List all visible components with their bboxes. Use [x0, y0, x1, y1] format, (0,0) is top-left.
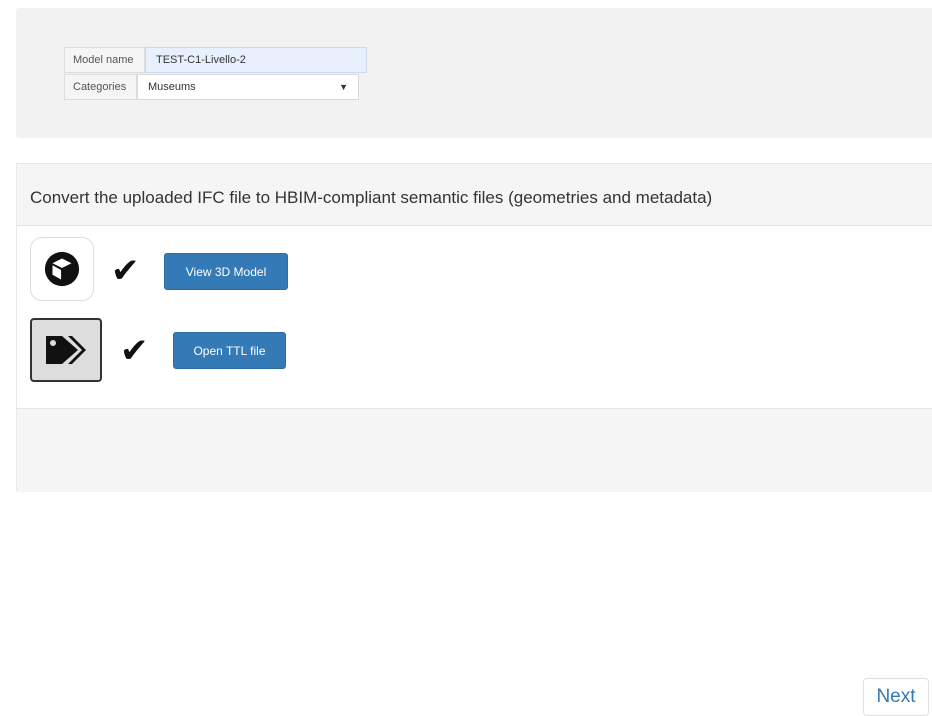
convert-panel: Convert the uploaded IFC file to HBIM-co… — [16, 163, 932, 716]
caret-down-icon: ▼ — [339, 82, 348, 92]
convert-heading: Convert the uploaded IFC file to HBIM-co… — [30, 188, 713, 207]
model-name-input[interactable]: TEST-C1-Livello-2 — [145, 47, 367, 73]
categories-label: Categories — [64, 74, 137, 100]
wizard-footer: Next — [17, 408, 932, 716]
model-name-row: Model name TEST-C1-Livello-2 — [64, 47, 367, 73]
check-icon: ✔ — [111, 252, 140, 290]
open-ttl-file-button[interactable]: Open TTL file — [173, 332, 286, 369]
convert-heading-bar: Convert the uploaded IFC file to HBIM-co… — [17, 164, 932, 226]
tags-icon — [46, 336, 86, 364]
cube-icon — [44, 251, 80, 287]
categories-row: Categories Museums ▼ — [64, 74, 359, 100]
model-name-label: Model name — [64, 47, 145, 73]
categories-selected-value: Museums — [148, 81, 196, 93]
model-info-panel — [16, 8, 932, 138]
cube-tile — [30, 237, 94, 301]
tags-tile — [30, 318, 102, 382]
categories-select[interactable]: Museums ▼ — [137, 74, 359, 100]
check-icon: ✔ — [120, 332, 149, 370]
view-3d-model-button[interactable]: View 3D Model — [164, 253, 288, 290]
next-button[interactable]: Next — [863, 678, 929, 716]
